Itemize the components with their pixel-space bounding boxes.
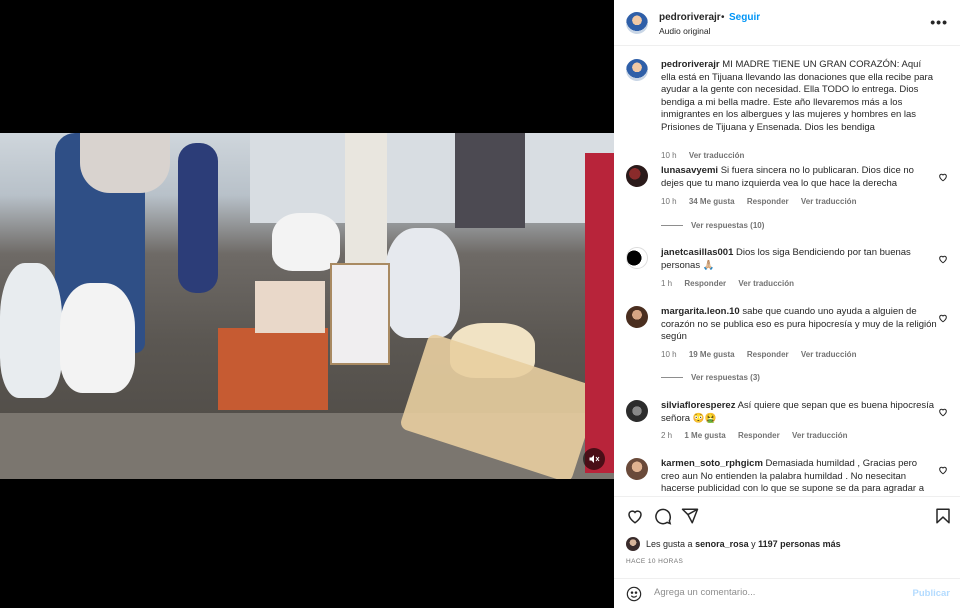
likes-and: y bbox=[751, 539, 756, 549]
video-box bbox=[218, 328, 328, 410]
caption-translate[interactable]: Ver traducción bbox=[689, 151, 745, 160]
video-bag bbox=[0, 263, 62, 398]
comment-username[interactable]: margarita.leon.10 bbox=[661, 306, 740, 317]
action-bar: Les gusta a senora_rosa y 1197 personas … bbox=[614, 496, 960, 578]
comment-item: karmen_soto_rphgicm Demasiada humildad ,… bbox=[626, 458, 948, 496]
replies-divider bbox=[661, 377, 683, 379]
avatar[interactable] bbox=[626, 306, 648, 328]
comment-username[interactable]: janetcasillas001 bbox=[661, 247, 733, 258]
comment-reply[interactable]: Responder bbox=[747, 197, 789, 206]
video-bag bbox=[385, 228, 460, 338]
share-icon[interactable] bbox=[681, 507, 699, 525]
view-replies[interactable]: Ver respuestas (3) bbox=[661, 373, 760, 382]
post-button[interactable]: Publicar bbox=[913, 588, 951, 599]
comment-input[interactable] bbox=[654, 587, 894, 598]
comment-likes[interactable]: 19 Me gusta bbox=[689, 350, 735, 359]
comment-reply[interactable]: Responder bbox=[738, 431, 780, 440]
avatar[interactable] bbox=[626, 59, 648, 81]
video-scene-pole bbox=[345, 133, 387, 263]
comment-username[interactable]: silviafloresperez bbox=[661, 400, 735, 411]
add-comment-bar: Publicar bbox=[614, 578, 960, 608]
avatar[interactable] bbox=[626, 247, 648, 269]
heart-icon[interactable] bbox=[626, 507, 644, 525]
comment-body: lunasavyemi Si fuera sincera no lo publi… bbox=[661, 165, 937, 190]
emoji-icon[interactable] bbox=[626, 586, 642, 602]
heart-icon[interactable] bbox=[938, 407, 948, 417]
likes-others[interactable]: 1197 personas más bbox=[758, 539, 841, 549]
comment-translate[interactable]: Ver traducción bbox=[792, 431, 848, 440]
comment-username[interactable]: karmen_soto_rphgicm bbox=[661, 458, 763, 469]
avatar[interactable] bbox=[626, 458, 648, 480]
video-scene-wall bbox=[250, 133, 614, 223]
comment-time[interactable]: 10 h bbox=[661, 350, 677, 359]
likes-summary: Les gusta a senora_rosa y 1197 personas … bbox=[626, 537, 841, 551]
avatar[interactable] bbox=[626, 400, 648, 422]
heart-icon[interactable] bbox=[938, 313, 948, 323]
caption-text: MI MADRE TIENE UN GRAN CORAZÓN: Aquí ell… bbox=[661, 59, 933, 133]
comments-list[interactable]: pedroriverajr MI MADRE TIENE UN GRAN COR… bbox=[614, 47, 960, 496]
view-replies-label: Ver respuestas (3) bbox=[691, 373, 760, 382]
video-bag bbox=[60, 283, 135, 393]
media-area bbox=[0, 0, 614, 608]
avatar[interactable] bbox=[626, 165, 648, 187]
comment-time[interactable]: 1 h bbox=[661, 279, 672, 288]
caption-time[interactable]: 10 h bbox=[661, 151, 677, 160]
comment-username[interactable]: lunasavyemi bbox=[661, 165, 718, 176]
bookmark-icon[interactable] bbox=[934, 507, 952, 525]
comment-body: margarita.leon.10 sabe que cuando uno ay… bbox=[661, 306, 937, 344]
audio-link[interactable]: Audio original bbox=[659, 26, 711, 36]
video-person-shirt bbox=[80, 133, 170, 193]
post-time[interactable]: HACE 10 HORAS bbox=[626, 558, 683, 565]
comment-likes[interactable]: 1 Me gusta bbox=[684, 431, 725, 440]
comment-reply[interactable]: Responder bbox=[747, 350, 789, 359]
comment-time[interactable]: 2 h bbox=[661, 431, 672, 440]
comment-body: janetcasillas001 Dios los siga Bendicien… bbox=[661, 247, 937, 272]
comment-meta: 10 h 19 Me gusta Responder Ver traducció… bbox=[661, 350, 866, 359]
video-person-background bbox=[455, 133, 525, 228]
caption: pedroriverajr MI MADRE TIENE UN GRAN COR… bbox=[626, 59, 948, 160]
header-separator: • bbox=[721, 12, 725, 23]
comment-translate[interactable]: Ver traducción bbox=[801, 350, 857, 359]
view-replies-label: Ver respuestas (10) bbox=[691, 221, 765, 230]
replies-divider bbox=[661, 225, 683, 227]
likes-user[interactable]: senora_rosa bbox=[695, 539, 749, 549]
caption-username[interactable]: pedroriverajr bbox=[661, 59, 720, 70]
follow-button[interactable]: Seguir bbox=[729, 12, 760, 23]
avatar[interactable] bbox=[626, 12, 648, 34]
post-header: pedroriverajr • Seguir Audio original ••… bbox=[614, 0, 960, 46]
video-box bbox=[330, 263, 390, 365]
video-box bbox=[255, 281, 325, 333]
comment-meta: 2 h 1 Me gusta Responder Ver traducción bbox=[661, 431, 858, 440]
comment-icon[interactable] bbox=[654, 507, 672, 525]
video-person-right bbox=[585, 153, 614, 473]
comment-time[interactable]: 10 h bbox=[661, 197, 677, 206]
comment-body: karmen_soto_rphgicm Demasiada humildad ,… bbox=[661, 458, 937, 496]
mute-button[interactable] bbox=[583, 448, 605, 470]
comment-reply[interactable]: Responder bbox=[684, 279, 726, 288]
header-username[interactable]: pedroriverajr bbox=[659, 12, 721, 23]
comment-translate[interactable]: Ver traducción bbox=[801, 197, 857, 206]
caption-meta: 10 h Ver traducción bbox=[661, 151, 754, 160]
comment-meta: 1 h Responder Ver traducción bbox=[661, 279, 804, 288]
likes-prefix: Les gusta a bbox=[646, 539, 693, 549]
comment-meta: 10 h 34 Me gusta Responder Ver traducció… bbox=[661, 197, 866, 206]
mute-icon bbox=[589, 455, 600, 463]
heart-icon[interactable] bbox=[938, 465, 948, 475]
heart-icon[interactable] bbox=[938, 254, 948, 264]
avatar[interactable] bbox=[626, 537, 640, 551]
view-replies[interactable]: Ver respuestas (10) bbox=[661, 221, 764, 230]
more-icon[interactable]: ••• bbox=[930, 14, 948, 30]
comment-likes[interactable]: 34 Me gusta bbox=[689, 197, 735, 206]
video-player[interactable] bbox=[0, 133, 614, 479]
comment-translate[interactable]: Ver traducción bbox=[738, 279, 794, 288]
comment-body: silviafloresperez Así quiere que sepan q… bbox=[661, 400, 937, 425]
caption-body: pedroriverajr MI MADRE TIENE UN GRAN COR… bbox=[661, 59, 937, 134]
heart-icon[interactable] bbox=[938, 172, 948, 182]
video-person-child bbox=[178, 143, 218, 293]
post-panel: pedroriverajr • Seguir Audio original ••… bbox=[614, 0, 960, 608]
